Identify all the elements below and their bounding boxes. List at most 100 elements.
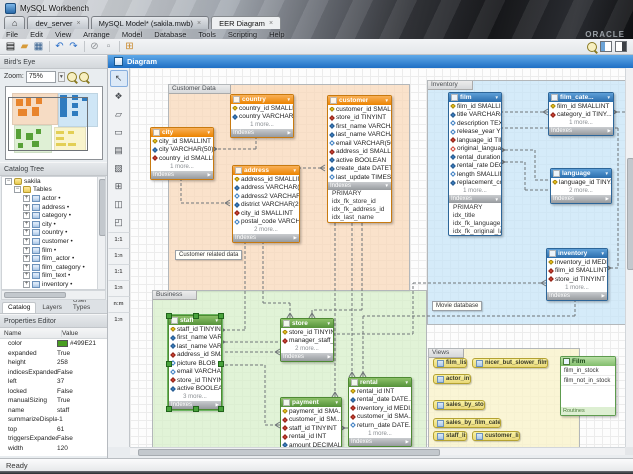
note-customer-related-data[interactable]: Customer related data <box>175 250 242 260</box>
property-row[interactable]: left37 <box>0 377 107 387</box>
indexes-section-bar[interactable]: Indexes▶ <box>233 234 299 242</box>
tab-eer-diagram[interactable]: EER Diagram× <box>211 16 281 29</box>
table-header[interactable]: customer▼ <box>328 96 391 105</box>
property-row[interactable]: manualSizingTrue <box>0 396 107 406</box>
table-film_cate[interactable]: film_cate...▼film_id SMALLINTcategory_id… <box>548 92 614 136</box>
panel-tab-layers[interactable]: Layers <box>37 303 67 313</box>
collapse-arrow-icon[interactable]: ▼ <box>605 171 609 176</box>
tree-item-address[interactable]: +address • <box>2 203 105 212</box>
more-columns-label[interactable]: 1 more... <box>151 163 213 171</box>
expander-icon[interactable]: + <box>23 281 30 288</box>
tree-item-film_actor[interactable]: +film_actor • <box>2 254 105 263</box>
more-columns-label[interactable]: 3 more... <box>169 393 221 401</box>
table-language[interactable]: language▼language_id TINY...2 more...Ind… <box>550 168 612 204</box>
collapse-arrow-icon[interactable]: ▼ <box>327 321 331 326</box>
menu-help[interactable]: Help <box>263 30 290 39</box>
tree-item-film_text[interactable]: +film_text • <box>2 272 105 281</box>
property-row[interactable]: width120 <box>0 444 107 454</box>
property-row[interactable]: namestaff <box>0 406 107 416</box>
more-columns-label[interactable]: 1 more... <box>449 187 501 195</box>
tree-item-tables[interactable]: −Tables <box>2 186 105 195</box>
menu-database[interactable]: Database <box>148 30 192 39</box>
table-header[interactable]: inventory▼ <box>547 249 607 258</box>
indexes-section-bar[interactable]: Indexes▶ <box>547 292 607 300</box>
tab-home[interactable]: ⌂ <box>4 16 25 29</box>
routine-film_in_stock[interactable]: film_in_stock <box>561 366 615 376</box>
close-icon[interactable]: × <box>197 20 201 27</box>
collapse-arrow-icon[interactable]: ▼ <box>293 168 297 173</box>
rel-nm-identifying-icon[interactable]: n:m <box>108 296 130 311</box>
indexes-section-bar[interactable]: Indexes▶ <box>551 195 611 203</box>
view-film_list[interactable]: film_list <box>433 358 467 368</box>
rel-11-identifying-icon[interactable]: 1:1 <box>108 264 130 279</box>
selection-handle[interactable] <box>193 313 199 319</box>
indexes-section-bar[interactable]: Indexes▶ <box>231 129 293 137</box>
indexes-section-bar[interactable]: Indexes▶ <box>549 127 613 135</box>
pointer-tool-icon[interactable]: ↖ <box>110 70 128 87</box>
view-staff_list[interactable]: staff_list <box>433 431 467 441</box>
minimap-viewport[interactable] <box>8 97 88 151</box>
view-customer_list[interactable]: customer_list <box>472 431 520 441</box>
new-window-icon[interactable]: ⊞ <box>123 40 136 53</box>
tree-item-inventory[interactable]: +inventory • <box>2 280 105 289</box>
more-columns-label[interactable]: 2 more... <box>281 345 333 353</box>
rel-1n-non-identifying-icon[interactable]: 1:n <box>108 248 130 263</box>
eraser-tool-icon[interactable]: ▱ <box>110 106 128 123</box>
more-columns-label[interactable]: 1 more... <box>547 284 607 292</box>
selection-handle[interactable] <box>218 361 224 367</box>
table-film[interactable]: film▼film_id SMALLINTtitle VARCHAR(255)d… <box>448 92 502 236</box>
birds-eye-minimap[interactable] <box>5 86 103 160</box>
expander-icon[interactable]: + <box>23 247 30 254</box>
property-row[interactable]: summarizeDisplay-1 <box>0 415 107 425</box>
more-columns-label[interactable]: 1 more... <box>231 121 293 129</box>
collapse-arrow-icon[interactable]: ▼ <box>495 95 499 100</box>
menu-tools[interactable]: Tools <box>192 30 222 39</box>
diagram-canvas[interactable]: Customer DataInventoryBusinessViewsCusto… <box>130 68 625 447</box>
property-row[interactable]: indicesExpandedFalse <box>0 368 107 378</box>
zoom-out-icon[interactable] <box>79 72 89 82</box>
rel-1n-existing-icon[interactable]: 1:n <box>108 312 130 327</box>
selection-handle[interactable] <box>166 406 172 412</box>
property-row[interactable]: height258 <box>0 358 107 368</box>
menu-edit[interactable]: Edit <box>24 30 49 39</box>
zoom-dropdown-icon[interactable]: ▼ <box>58 72 65 82</box>
tab-dev-server[interactable]: dev_server× <box>27 16 88 29</box>
note-movie-database[interactable]: Movie database <box>432 301 482 311</box>
expander-icon[interactable]: + <box>23 264 30 271</box>
menu-arrange[interactable]: Arrange <box>77 30 116 39</box>
table-header[interactable]: language▼ <box>551 169 611 178</box>
toggle-left-panel-icon[interactable] <box>600 41 612 52</box>
hand-tool-icon[interactable]: ❖ <box>110 88 128 105</box>
tree-item-customer[interactable]: +customer • <box>2 237 105 246</box>
table-inventory[interactable]: inventory▼inventory_id MEDI...film_id SM… <box>546 248 608 301</box>
collapse-arrow-icon[interactable]: ▼ <box>287 97 291 102</box>
expander-icon[interactable]: − <box>14 186 21 193</box>
property-row[interactable]: expandedTrue <box>0 349 107 359</box>
selection-handle[interactable] <box>218 313 224 319</box>
properties-editor-header[interactable]: Properties Editor <box>0 314 107 328</box>
table-store[interactable]: store▼store_id TINYINTmanager_staff_id .… <box>280 318 334 362</box>
collapse-arrow-icon[interactable]: ▼ <box>607 95 611 100</box>
indexes-section-bar[interactable]: Indexes▼ <box>328 182 391 190</box>
collapse-arrow-icon[interactable]: ▼ <box>385 98 389 103</box>
table-header[interactable]: film▼ <box>449 93 501 102</box>
indexes-section-bar[interactable]: Indexes▶ <box>281 353 333 361</box>
view-tool-icon[interactable]: ◫ <box>110 196 128 213</box>
save-model-icon[interactable]: ▦ <box>32 40 45 53</box>
more-columns-label[interactable]: 2 more... <box>551 187 611 195</box>
tree-item-category[interactable]: +category • <box>2 211 105 220</box>
view-sales_by_film_category[interactable]: sales_by_film_category <box>433 418 501 428</box>
routine-group-tool-icon[interactable]: ◰ <box>110 214 128 231</box>
indexes-section-bar[interactable]: Indexes▶ <box>151 171 213 179</box>
selection-handle[interactable] <box>193 406 199 412</box>
close-icon[interactable]: × <box>77 20 81 27</box>
table-header[interactable]: country▼ <box>231 95 293 104</box>
table-country[interactable]: country▼country_id SMALLINTcountry VARCH… <box>230 94 294 138</box>
table-header[interactable]: rental▼ <box>349 378 411 387</box>
view-sales_by_store[interactable]: sales_by_store <box>433 400 485 410</box>
table-staff[interactable]: staff▼staff_id TINYINTfirst_name VARCH..… <box>168 315 222 410</box>
menu-file[interactable]: File <box>0 30 24 39</box>
table-customer[interactable]: customer▼customer_id SMALL...store_id TI… <box>327 95 392 223</box>
new-document-icon[interactable]: ▤ <box>4 40 17 53</box>
table-header[interactable]: payment▼ <box>281 398 341 407</box>
